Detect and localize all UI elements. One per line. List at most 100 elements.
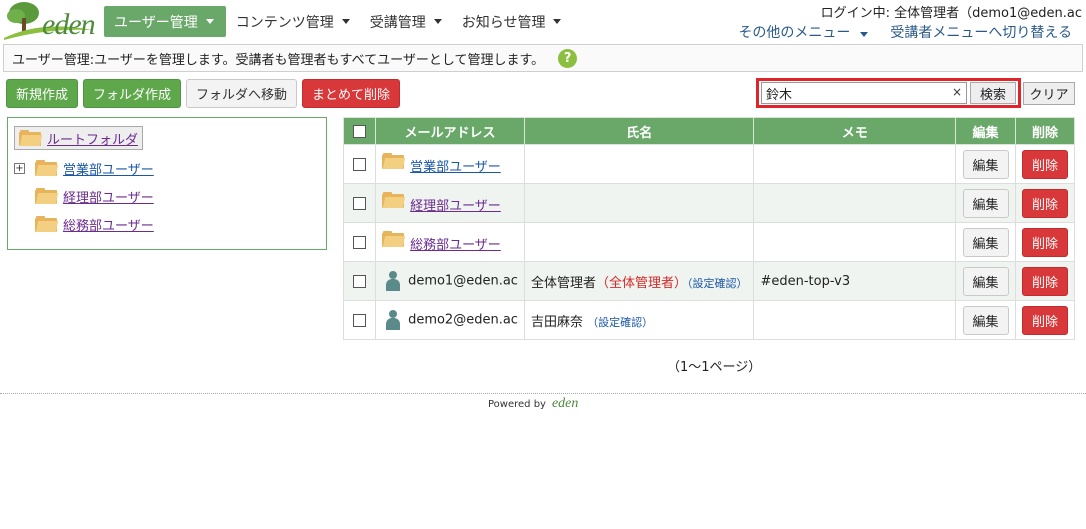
help-icon[interactable]: ? <box>558 48 578 68</box>
folder-link[interactable]: 営業部ユーザー <box>410 160 501 175</box>
nav-label: 受講管理 <box>369 14 426 31</box>
edit-button[interactable]: 編集 <box>962 227 1009 257</box>
edit-button[interactable]: 編集 <box>962 188 1009 218</box>
memo-cell <box>753 183 957 223</box>
chevron-down-icon <box>433 19 442 24</box>
table-row: 総務部ユーザー 編集 削除 <box>342 222 1076 262</box>
table-row: demo1@eden.ac 全体管理者（全体管理者）（設定確認） #eden-t… <box>342 261 1076 301</box>
user-name: 吉田麻奈 <box>530 314 583 330</box>
move-to-folder-button[interactable]: フォルダへ移動 <box>186 79 298 108</box>
name-cell <box>523 222 755 262</box>
edit-button[interactable]: 編集 <box>962 149 1009 179</box>
delete-button[interactable]: 削除 <box>1021 266 1068 296</box>
table-row: 経理部ユーザー 編集 削除 <box>342 183 1076 223</box>
folder-icon <box>35 216 59 232</box>
row-checkbox[interactable] <box>353 196 367 210</box>
folder-tree: ルートフォルダ + 営業部ユーザー 経理部ユーザー 総務部ユーザー <box>7 117 327 250</box>
header-menu-right: その他のメニュー 受講者メニューへ切り替える <box>738 22 1072 42</box>
chevron-down-icon <box>553 19 562 24</box>
row-checkbox[interactable] <box>353 274 367 288</box>
new-user-button[interactable]: 新規作成 <box>6 79 79 108</box>
create-folder-button[interactable]: フォルダ作成 <box>83 79 182 108</box>
other-menu-link[interactable]: その他のメニュー <box>738 22 869 42</box>
search-area-highlight: 鈴木 × 検索 <box>756 78 1021 108</box>
search-input-value: 鈴木 <box>766 87 793 103</box>
folder-icon <box>19 130 43 146</box>
edit-button[interactable]: 編集 <box>962 266 1009 296</box>
search-input[interactable]: 鈴木 × <box>761 82 967 104</box>
pagination-text: （1～1ページ） <box>667 360 762 375</box>
nav-label: お知らせ管理 <box>461 14 546 31</box>
powered-by: Powered by eden <box>488 396 578 412</box>
memo-cell <box>753 300 957 340</box>
root-folder-link[interactable]: ルートフォルダ <box>47 129 138 148</box>
learner-menu-switch-link[interactable]: 受講者メニューへ切り替える <box>890 22 1072 42</box>
search-button[interactable]: 検索 <box>970 82 1016 104</box>
nav-course-management[interactable]: 受講管理 <box>360 6 452 37</box>
table-row: demo2@eden.ac 吉田麻奈 （設定確認） 編集 削除 <box>342 300 1076 340</box>
user-icon <box>386 271 401 291</box>
footer-divider <box>0 393 1086 394</box>
email-text: demo1@eden.ac <box>408 273 518 289</box>
tree-root-folder[interactable]: ルートフォルダ <box>14 126 144 150</box>
nav-content-management[interactable]: コンテンツ管理 <box>226 6 360 37</box>
folder-link[interactable]: 経理部ユーザー <box>410 199 501 214</box>
table-header-row: メールアドレス 氏名 メモ 編集 削除 <box>342 117 1076 145</box>
folder-icon <box>382 231 406 247</box>
chevron-down-icon <box>341 19 350 24</box>
settings-confirm-link[interactable]: （設定確認） <box>587 316 653 329</box>
nav-notice-management[interactable]: お知らせ管理 <box>452 6 572 37</box>
table-row: 営業部ユーザー 編集 削除 <box>342 144 1076 184</box>
tree-item-general-affairs: 総務部ユーザー <box>14 210 320 238</box>
tree-folder-link[interactable]: 経理部ユーザー <box>63 187 154 206</box>
row-checkbox[interactable] <box>353 235 367 249</box>
login-status: ログイン中: 全体管理者（demo1@eden.ac <box>820 6 1082 21</box>
action-toolbar: 新規作成 フォルダ作成 フォルダへ移動 まとめて削除 <box>6 79 401 108</box>
select-all-checkbox[interactable] <box>353 124 367 138</box>
clear-search-icon[interactable]: × <box>952 85 962 99</box>
tree-folder-link[interactable]: 営業部ユーザー <box>63 159 154 178</box>
folder-link[interactable]: 総務部ユーザー <box>410 238 501 253</box>
folder-icon <box>35 188 59 204</box>
email-text: demo2@eden.ac <box>408 312 518 328</box>
logo-text: eden <box>42 8 96 41</box>
clear-button[interactable]: クリア <box>1023 82 1075 105</box>
column-header-name: 氏名 <box>523 117 755 145</box>
column-header-memo: メモ <box>753 117 957 145</box>
column-header-edit: 編集 <box>955 117 1016 145</box>
edit-button[interactable]: 編集 <box>962 305 1009 335</box>
tree-item-sales: + 営業部ユーザー <box>14 154 320 182</box>
page-description-bar: ユーザー管理:ユーザーを管理します。受講者も管理者もすべてユーザーとして管理しま… <box>3 44 1083 72</box>
nav-label: ユーザー管理 <box>114 14 198 31</box>
powered-by-text: Powered by <box>488 398 546 410</box>
nav-user-management[interactable]: ユーザー管理 <box>104 6 226 37</box>
column-header-delete: 削除 <box>1014 117 1076 145</box>
settings-confirm-link[interactable]: （設定確認） <box>687 277 748 290</box>
bulk-delete-button[interactable]: まとめて削除 <box>302 79 401 108</box>
delete-button[interactable]: 削除 <box>1021 188 1068 218</box>
row-checkbox[interactable] <box>353 157 367 171</box>
memo-cell <box>753 222 957 262</box>
user-icon <box>386 310 401 330</box>
delete-button[interactable]: 削除 <box>1021 149 1068 179</box>
delete-button[interactable]: 削除 <box>1021 227 1068 257</box>
eden-logo[interactable]: eden <box>2 0 96 42</box>
chevron-down-icon <box>860 32 869 37</box>
user-table: メールアドレス 氏名 メモ 編集 削除 営業部ユーザー 編集 削除 経理部ユーザ… <box>342 117 1076 340</box>
tree-folder-link[interactable]: 総務部ユーザー <box>63 215 154 234</box>
select-all-header <box>342 117 377 145</box>
delete-button[interactable]: 削除 <box>1021 305 1068 335</box>
user-role: （全体管理者） <box>595 275 687 291</box>
folder-icon <box>35 160 59 176</box>
page-description: ユーザー管理:ユーザーを管理します。受講者も管理者もすべてユーザーとして管理しま… <box>12 52 545 68</box>
nav-label: コンテンツ管理 <box>235 14 334 31</box>
main-nav: ユーザー管理 コンテンツ管理 受講管理 お知らせ管理 <box>104 6 571 37</box>
footer-eden-logo[interactable]: eden <box>552 396 578 412</box>
folder-icon <box>382 153 406 169</box>
user-name: 全体管理者 <box>530 275 596 291</box>
column-header-email: メールアドレス <box>375 117 525 145</box>
expand-icon[interactable]: + <box>14 162 25 174</box>
tree-item-accounting: 経理部ユーザー <box>14 182 320 210</box>
chevron-down-icon <box>205 19 214 24</box>
row-checkbox[interactable] <box>353 313 367 327</box>
